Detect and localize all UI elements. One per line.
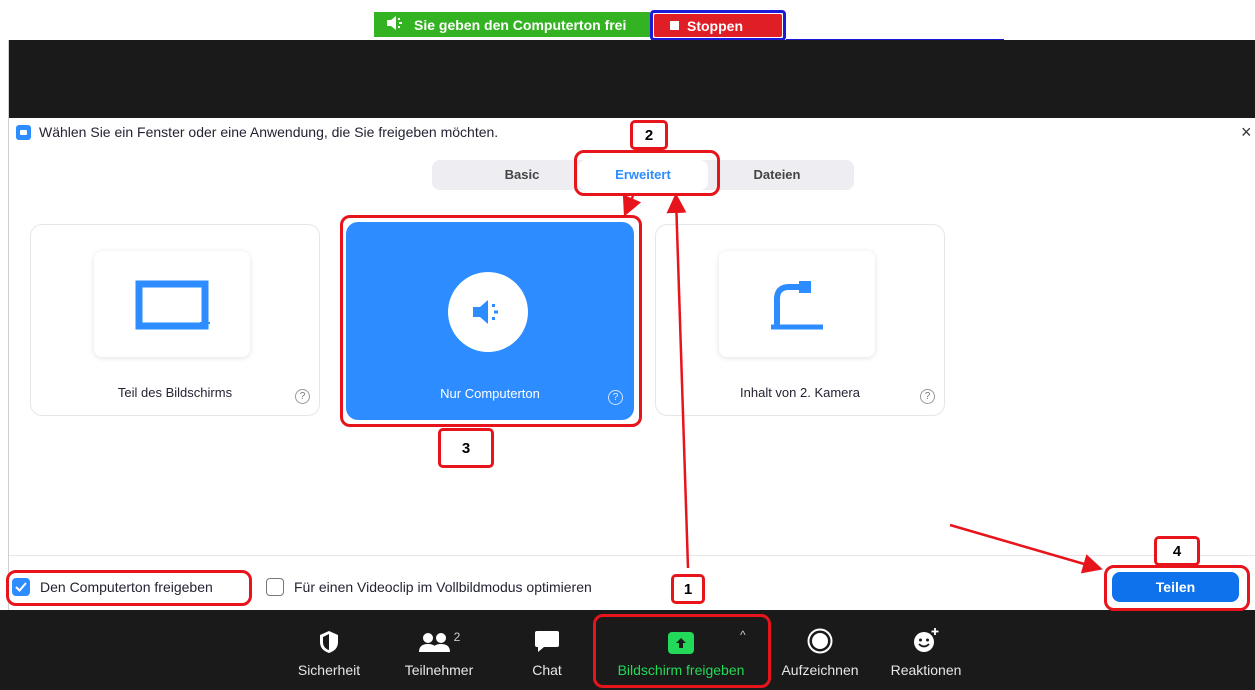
annotation-number: 4 (1154, 536, 1200, 566)
annotation-arrow-4 (949, 523, 1103, 574)
annotation-highlight-tab (574, 150, 720, 196)
annotation-arrow-1 (666, 193, 690, 569)
annotation-number: 1 (671, 574, 705, 604)
annotation-highlight-option (340, 215, 642, 427)
annotation-highlight-toolbar (593, 614, 771, 688)
annotation-arrow-2 (622, 194, 642, 217)
annotation-number: 2 (630, 120, 668, 150)
annotation-number: 3 (438, 428, 494, 468)
annotation-highlight-share (1104, 565, 1250, 611)
annotation-highlight-checkbox (6, 570, 252, 606)
